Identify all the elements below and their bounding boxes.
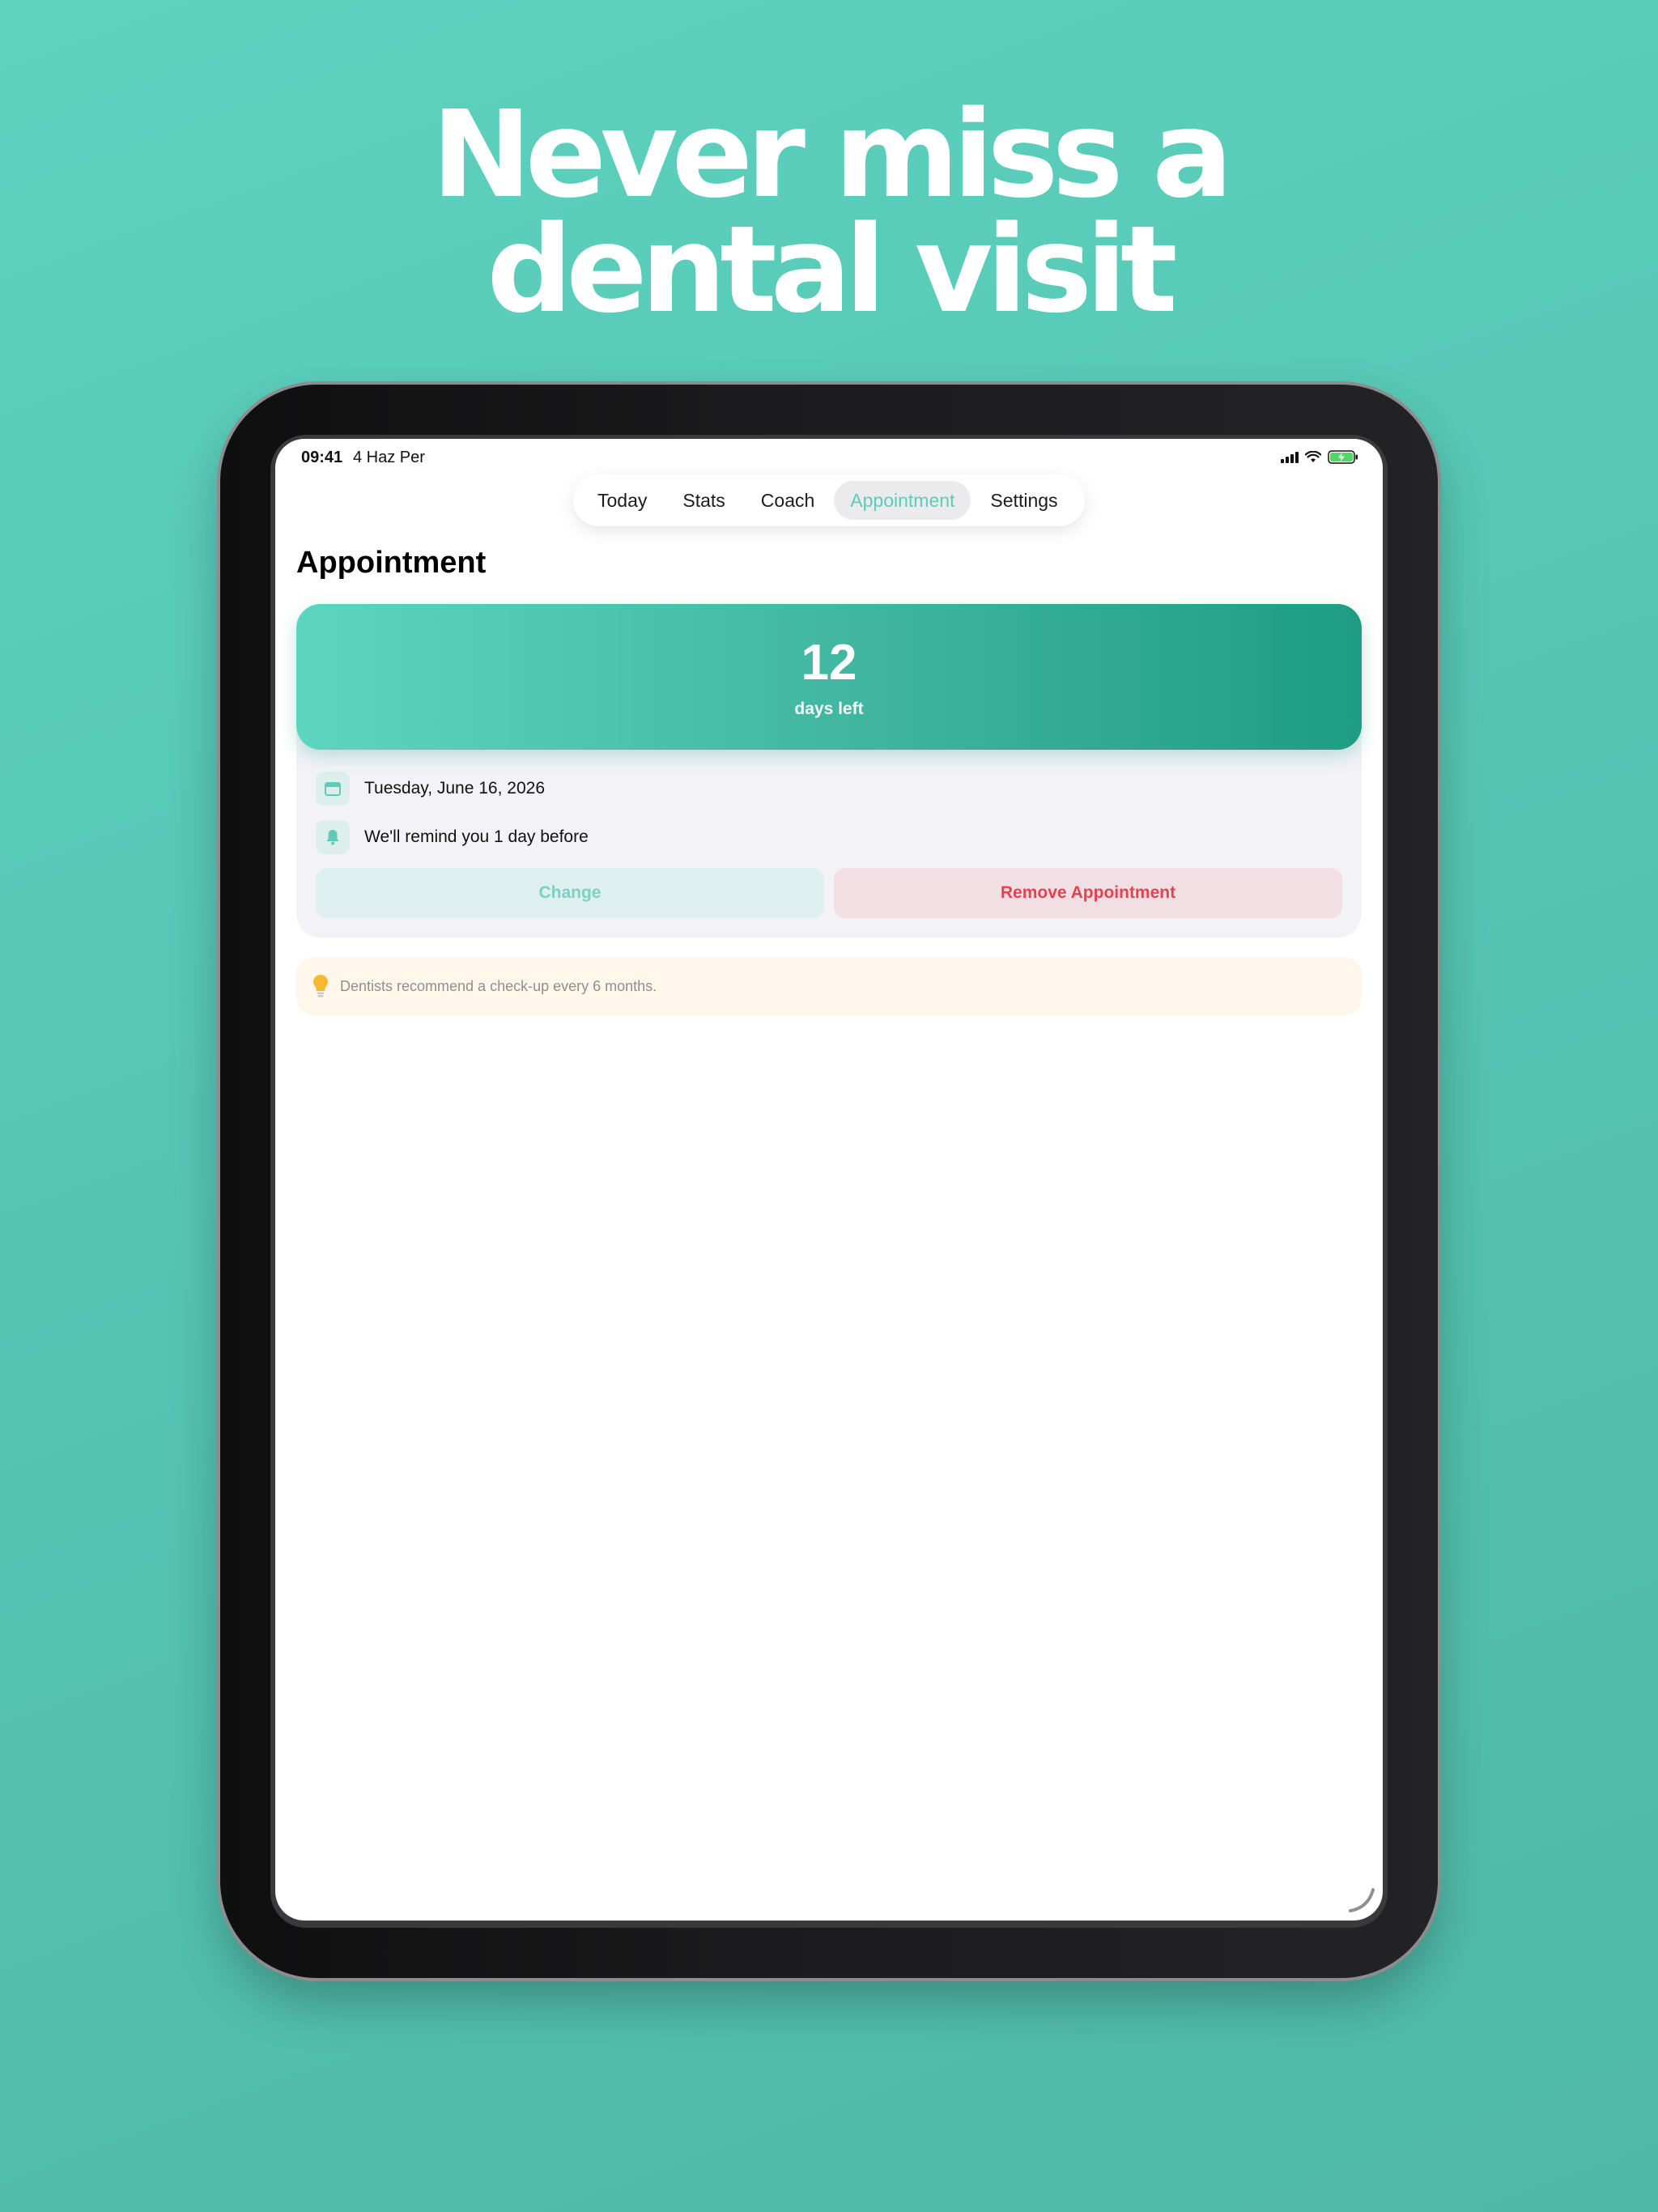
status-date: 4 Haz Per bbox=[353, 449, 425, 466]
cellular-signal-icon bbox=[1281, 451, 1299, 463]
tip-text: Dentists recommend a check-up every 6 mo… bbox=[340, 977, 657, 994]
tab-coach[interactable]: Coach bbox=[745, 481, 831, 520]
countdown-banner: 12 days left bbox=[296, 604, 1362, 750]
bell-icon bbox=[316, 820, 350, 854]
headline-line-1: Never miss a bbox=[431, 85, 1233, 224]
change-button[interactable]: Change bbox=[316, 868, 824, 918]
marketing-headline: Never miss a dental visit bbox=[0, 85, 1658, 339]
tab-bar: Today Stats Coach Appointment Settings bbox=[573, 474, 1085, 526]
wifi-icon bbox=[1305, 451, 1321, 462]
reminder-row: We'll remind you 1 day before bbox=[316, 819, 589, 855]
days-left-count: 12 bbox=[801, 635, 857, 691]
status-icons bbox=[1281, 450, 1358, 464]
battery-charging-icon bbox=[1328, 450, 1358, 464]
appointment-date-row: Tuesday, June 16, 2026 bbox=[316, 771, 545, 806]
headline-line-2: dental visit bbox=[487, 200, 1177, 339]
tab-stats[interactable]: Stats bbox=[666, 481, 741, 520]
remove-appointment-button[interactable]: Remove Appointment bbox=[834, 868, 1342, 918]
page-title: Appointment bbox=[296, 546, 487, 580]
tab-settings[interactable]: Settings bbox=[974, 481, 1073, 520]
appointment-date: Tuesday, June 16, 2026 bbox=[364, 779, 545, 798]
days-left-label: days left bbox=[794, 700, 864, 718]
status-time: 09:41 bbox=[301, 449, 343, 466]
calendar-icon bbox=[316, 772, 350, 806]
tab-today[interactable]: Today bbox=[581, 481, 663, 520]
tab-appointment[interactable]: Appointment bbox=[834, 481, 971, 520]
resize-corner-icon bbox=[1349, 1888, 1375, 1912]
lightbulb-icon bbox=[313, 975, 328, 998]
appointment-card: 12 days left Tuesday, June 16, 2026 We'l… bbox=[296, 604, 1362, 938]
reminder-text: We'll remind you 1 day before bbox=[364, 827, 589, 846]
tip-banner: Dentists recommend a check-up every 6 mo… bbox=[296, 957, 1362, 1015]
app-screen: 09:41 4 Haz Per Today Stats Coach Appoin… bbox=[275, 439, 1383, 1921]
